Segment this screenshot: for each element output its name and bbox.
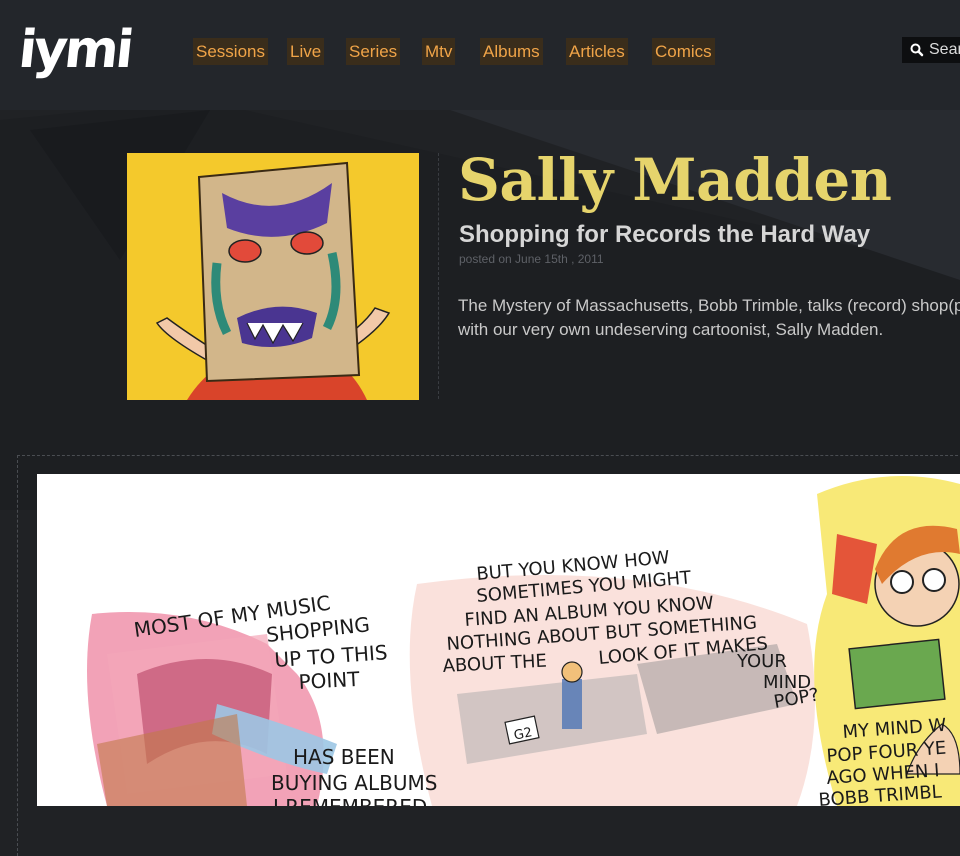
column-divider (438, 153, 439, 399)
search-box[interactable] (902, 37, 960, 63)
nav-comics[interactable]: Comics (652, 38, 715, 65)
comic-caption: BUYING ALBUMS (271, 771, 437, 795)
site-logo[interactable]: iymi (16, 20, 134, 80)
comic-caption: YOUR (736, 651, 787, 672)
nav-mtv[interactable]: Mtv (422, 38, 456, 65)
comic-caption: UP TO THIS (274, 640, 389, 672)
article-thumbnail[interactable] (127, 153, 419, 400)
nav-albums[interactable]: Albums (480, 38, 543, 65)
nav-series[interactable]: Series (346, 38, 401, 65)
nav-sessions[interactable]: Sessions (193, 38, 268, 65)
description-line: The Mystery of Massachusetts, Bobb Trimb… (458, 296, 960, 315)
comic-caption: HAS BEEN (293, 745, 395, 769)
comic-strip: G2 MOST OF MY MUSIC SHOPPING UP TO THIS … (37, 474, 960, 806)
article-subtitle: Shopping for Records the Hard Way (459, 221, 871, 248)
post-date: posted on June 15th , 2011 (459, 252, 604, 266)
page-title: Sally Madden (458, 146, 892, 214)
search-icon (910, 43, 924, 57)
nav-live[interactable]: Live (287, 38, 325, 65)
article-description: The Mystery of Massachusetts, Bobb Trimb… (458, 294, 960, 342)
search-input[interactable] (929, 41, 960, 59)
nav-articles[interactable]: Articles (566, 38, 628, 65)
description-line: with our very own undeserving cartoonist… (458, 320, 884, 339)
comic-illustration: G2 MOST OF MY MUSIC SHOPPING UP TO THIS … (87, 476, 960, 806)
comic-caption: POINT (298, 667, 361, 694)
comic-caption: I REMEMBERED (273, 795, 427, 806)
